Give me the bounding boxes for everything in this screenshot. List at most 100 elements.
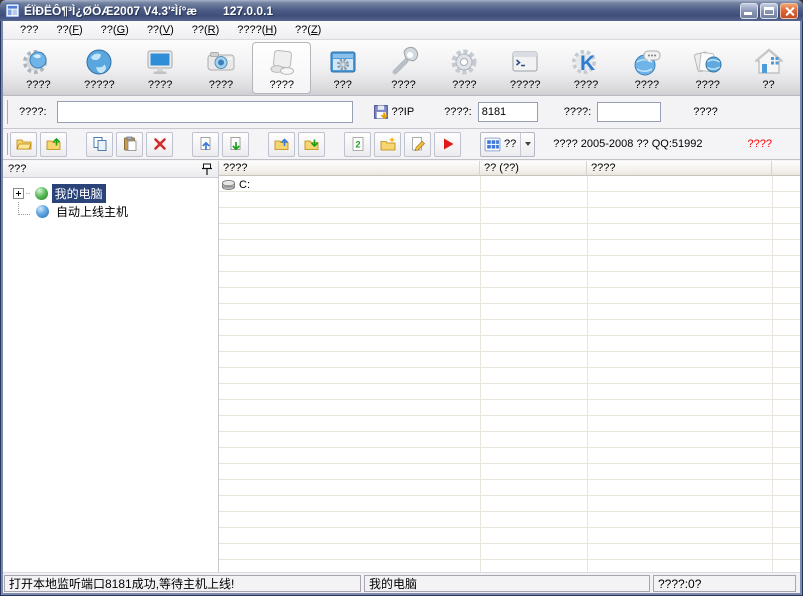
toolbar-button-label: ???? — [209, 79, 233, 91]
save-ip-label[interactable]: ??IP — [392, 106, 415, 118]
folder-upload-button[interactable] — [40, 132, 67, 157]
tree-panel-header: ??? — [3, 161, 218, 178]
register-link[interactable]: ???? — [748, 138, 772, 150]
view-mode-combo[interactable]: ?? — [480, 132, 535, 157]
toolbar-button-label: ????? — [510, 79, 541, 91]
close-button[interactable] — [780, 3, 798, 19]
drive-name[interactable]: C: — [239, 179, 250, 191]
toolbar-grip — [5, 133, 8, 155]
host-tree: ·· 我的电脑 自动上线主机 — [3, 178, 218, 572]
grid-line — [587, 176, 588, 572]
home-icon — [753, 46, 785, 78]
tree-item-label[interactable]: 自动上线主机 — [53, 202, 131, 221]
folder-up-button[interactable] — [268, 132, 295, 157]
toolbar-button-label: ??? — [333, 79, 351, 91]
run-button[interactable] — [434, 132, 461, 157]
folder-up-icon — [274, 136, 290, 152]
edit-button[interactable] — [404, 132, 431, 157]
tree-item-label[interactable]: 我的电脑 — [52, 184, 106, 203]
delete-button[interactable] — [146, 132, 173, 157]
wrench-icon — [387, 46, 419, 78]
toolbar-button-8[interactable]: ????? — [496, 42, 555, 94]
toolbar-button-10[interactable]: ???? — [617, 42, 676, 94]
toolbar-grip — [5, 100, 8, 124]
folder-down-button[interactable] — [298, 132, 325, 157]
menu-item-2[interactable]: ??(G) — [92, 22, 138, 38]
status-selection: 我的电脑 — [364, 575, 650, 592]
toolbar-button-2[interactable]: ???? — [131, 42, 190, 94]
computer-orb-icon — [35, 187, 48, 200]
menu-item-3[interactable]: ??(V) — [138, 22, 183, 38]
minimize-button[interactable] — [740, 3, 758, 19]
toolbar-button-label: ???? — [635, 79, 659, 91]
toolbar-button-7[interactable]: ???? — [435, 42, 494, 94]
column-header-extra[interactable] — [772, 161, 800, 176]
file-toolbar-group — [268, 132, 328, 157]
toolbar-button-5[interactable]: ??? — [313, 42, 372, 94]
save-ip-icon[interactable] — [373, 104, 390, 121]
tree-item-auto-online-hosts[interactable]: 自动上线主机 — [3, 202, 218, 220]
toolbar-button-label: ???? — [26, 79, 50, 91]
client-area: ?????(F)??(G)??(V)??(R)????(H)??(Z) ????… — [3, 21, 800, 593]
menu-item-4[interactable]: ??(R) — [183, 22, 229, 38]
copy-icon — [92, 136, 108, 152]
toolbar-button-0[interactable]: ???? — [9, 42, 68, 94]
menu-item-0[interactable]: ??? — [11, 22, 47, 38]
target-input[interactable] — [57, 101, 353, 123]
toolbar-button-1[interactable]: ????? — [70, 42, 129, 94]
copy-button[interactable] — [86, 132, 113, 157]
window-title-ip: 127.0.0.1 — [223, 4, 273, 18]
column-header-type[interactable]: ???? — [587, 161, 772, 176]
new-folder-icon — [380, 136, 396, 152]
folder-upload-icon — [46, 136, 62, 152]
password-input[interactable] — [597, 102, 661, 122]
toolbar-button-11[interactable]: ???? — [678, 42, 737, 94]
maximize-button[interactable] — [760, 3, 778, 19]
new-folder-button[interactable] — [374, 132, 401, 157]
file-download-icon — [228, 136, 244, 152]
list-row-drive-c[interactable]: C: — [221, 177, 250, 192]
menu-item-1[interactable]: ??(F) — [47, 22, 91, 38]
pushpin-icon[interactable] — [201, 163, 213, 176]
toolbar-button-label: ???? — [148, 79, 172, 91]
toolbar-button-label: ???? — [391, 79, 415, 91]
file-upload-icon — [198, 136, 214, 152]
column-header-name[interactable]: ???? — [219, 161, 480, 176]
camera-icon — [205, 46, 237, 78]
workspace: ??? ·· 我的电脑 自动上 — [3, 161, 800, 572]
paste-button[interactable] — [116, 132, 143, 157]
menu-bar: ?????(F)??(G)??(V)??(R)????(H)??(Z) — [3, 21, 800, 40]
toolbar-button-6[interactable]: ???? — [374, 42, 433, 94]
refresh-icon: 2 — [350, 136, 366, 152]
tree-item-my-computer[interactable]: ·· 我的电脑 — [3, 184, 218, 202]
toolbar-button-label: ???? — [695, 79, 719, 91]
file-toolbar-group — [86, 132, 176, 157]
status-bar: 打开本地监听端口8181成功,等待主机上线! 我的电脑 ????:0? — [3, 572, 800, 593]
file-upload-button[interactable] — [192, 132, 219, 157]
toolbar-button-3[interactable]: ???? — [192, 42, 251, 94]
toolbar-button-9[interactable]: K???? — [557, 42, 616, 94]
grid-line — [480, 176, 481, 572]
file-download-button[interactable] — [222, 132, 249, 157]
grid-view-icon — [484, 136, 501, 153]
svg-text:K: K — [580, 52, 595, 75]
port-input[interactable] — [478, 102, 538, 122]
refresh-button[interactable]: 2 — [344, 132, 371, 157]
view-mode-dropdown[interactable] — [520, 133, 534, 156]
password-label: ????: — [564, 106, 592, 118]
menu-item-6[interactable]: ??(Z) — [286, 22, 330, 38]
toolbar-button-4[interactable]: ???? — [252, 42, 311, 94]
file-list-view: ???? ?? (??) ???? C: — [219, 161, 800, 572]
column-header-size[interactable]: ?? (??) — [480, 161, 587, 176]
menu-item-5[interactable]: ????(H) — [228, 22, 286, 38]
status-message: 打开本地监听端口8181成功,等待主机上线! — [4, 575, 361, 592]
toolbar-button-12[interactable]: ?? — [739, 42, 798, 94]
open-folder-button[interactable] — [10, 132, 37, 157]
main-toolbar: ?????????????????????????????????????K??… — [3, 40, 800, 96]
paste-icon — [122, 136, 138, 152]
apply-button[interactable]: ???? — [693, 106, 717, 118]
title-bar[interactable]: ÉÏÐËÔ¶³Ì¿ØÖÆ2007 V4.3'²Ìí°æ 127.0.0.1 — [0, 0, 803, 21]
script-icon — [266, 46, 298, 78]
tree-expander-plus-icon[interactable] — [13, 188, 24, 199]
tree-connector — [18, 202, 30, 215]
